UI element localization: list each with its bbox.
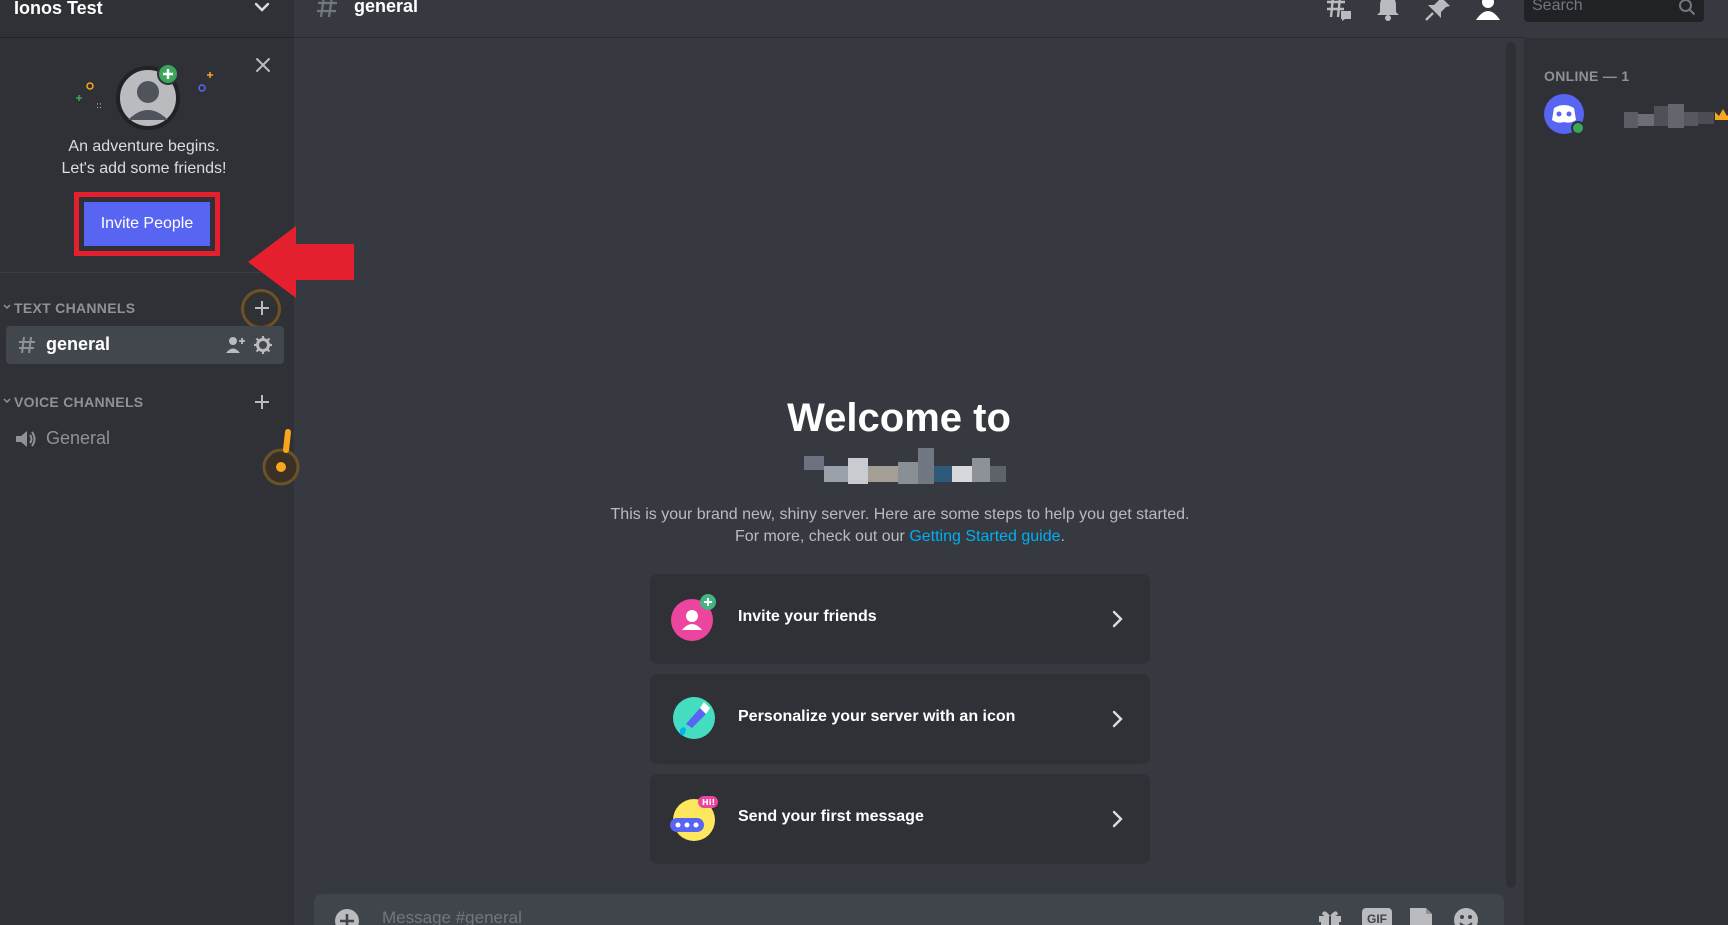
- svg-text:Hi!: Hi!: [702, 798, 715, 807]
- chat-scrollbar[interactable]: [1506, 42, 1516, 888]
- channel-name: general: [46, 334, 111, 354]
- members-online-heading: ONLINE — 1: [1544, 68, 1630, 84]
- chevron-down-icon: [3, 398, 11, 404]
- bell-icon[interactable]: [1374, 0, 1402, 22]
- step-label: Send your first message: [738, 808, 924, 825]
- threads-icon[interactable]: [1324, 0, 1352, 22]
- gif-button[interactable]: GIF: [1362, 908, 1392, 925]
- chevron-down-icon: [3, 304, 11, 310]
- welcome-description: This is your brand new, shiny server. He…: [600, 504, 1200, 548]
- redacted-username-image: [1624, 104, 1714, 128]
- member-item[interactable]: [1544, 94, 1728, 138]
- gift-icon[interactable]: [1316, 906, 1344, 925]
- welcome-description-text: This is your brand new, shiny server. He…: [610, 506, 1190, 545]
- upload-plus-icon[interactable]: [334, 908, 360, 925]
- search-icon: [1679, 0, 1696, 16]
- category-label: VOICE CHANNELS: [14, 394, 144, 410]
- brush-icon: [673, 697, 715, 739]
- channel-item-general[interactable]: general: [6, 326, 284, 364]
- gear-icon[interactable]: [254, 336, 272, 354]
- create-channel-plus-icon[interactable]: [252, 392, 272, 412]
- server-header[interactable]: Ionos Test: [0, 0, 294, 38]
- message-composer: GIF: [314, 894, 1504, 925]
- crown-icon: [1715, 109, 1728, 120]
- svg-text:::: ::: [96, 101, 102, 111]
- close-icon[interactable]: [252, 54, 274, 76]
- pin-icon[interactable]: [1424, 0, 1452, 22]
- members-icon[interactable]: [1474, 0, 1502, 22]
- hash-icon: [317, 0, 337, 18]
- search-input[interactable]: [1524, 0, 1674, 22]
- member-list: ONLINE — 1: [1524, 38, 1728, 925]
- step-label: Personalize your server with an icon: [738, 708, 1016, 725]
- friends-illustration-icon: ::: [76, 63, 213, 130]
- invite-friends-icon: [671, 594, 716, 641]
- redacted-server-name-image: [804, 448, 1006, 490]
- server-name: Ionos Test: [14, 0, 103, 18]
- invite-card: :: An adventure begins. Let's add some f…: [0, 38, 354, 298]
- welcome-title: Welcome to: [787, 396, 1011, 440]
- voice-channels-category[interactable]: VOICE CHANNELS: [0, 390, 294, 414]
- invite-people-button[interactable]: Invite People: [84, 202, 210, 246]
- step-send-first-message[interactable]: Hi! Send your first message: [650, 774, 1150, 864]
- invite-tagline: An adventure begins.: [68, 138, 220, 155]
- step-personalize-server[interactable]: Personalize your server with an icon: [650, 674, 1150, 764]
- search-box[interactable]: [1524, 0, 1704, 22]
- add-member-icon[interactable]: [226, 336, 246, 354]
- discord-avatar-icon: [1544, 94, 1585, 135]
- message-icon: Hi!: [670, 796, 718, 841]
- chevron-right-icon: [1112, 710, 1123, 728]
- welcome-description-end: .: [1060, 528, 1065, 545]
- step-invite-friends[interactable]: Invite your friends: [650, 574, 1150, 664]
- voice-channel-name: General: [46, 428, 111, 448]
- invite-subtagline: Let's add some friends!: [61, 160, 227, 177]
- hash-icon: [19, 336, 35, 354]
- sticker-icon[interactable]: [1406, 906, 1434, 925]
- speaker-icon: [16, 431, 36, 447]
- chevron-down-icon[interactable]: [252, 0, 272, 18]
- channel-title: general: [354, 0, 419, 16]
- chevron-right-icon: [1112, 610, 1123, 628]
- chevron-right-icon: [1112, 810, 1123, 828]
- getting-started-link[interactable]: Getting Started guide: [909, 528, 1060, 545]
- message-input[interactable]: [382, 902, 1182, 925]
- voice-channel-item-general[interactable]: General: [6, 420, 284, 458]
- channel-sidebar: Ionos Test :: An adventure begins. Let's…: [0, 0, 354, 925]
- discord-app: Ionos Test :: An adventure begins. Let's…: [0, 0, 1728, 925]
- emoji-icon[interactable]: [1452, 906, 1480, 925]
- step-label: Invite your friends: [738, 608, 877, 625]
- category-label: TEXT CHANNELS: [14, 300, 136, 316]
- tutorial-ring-indicator: [241, 289, 281, 329]
